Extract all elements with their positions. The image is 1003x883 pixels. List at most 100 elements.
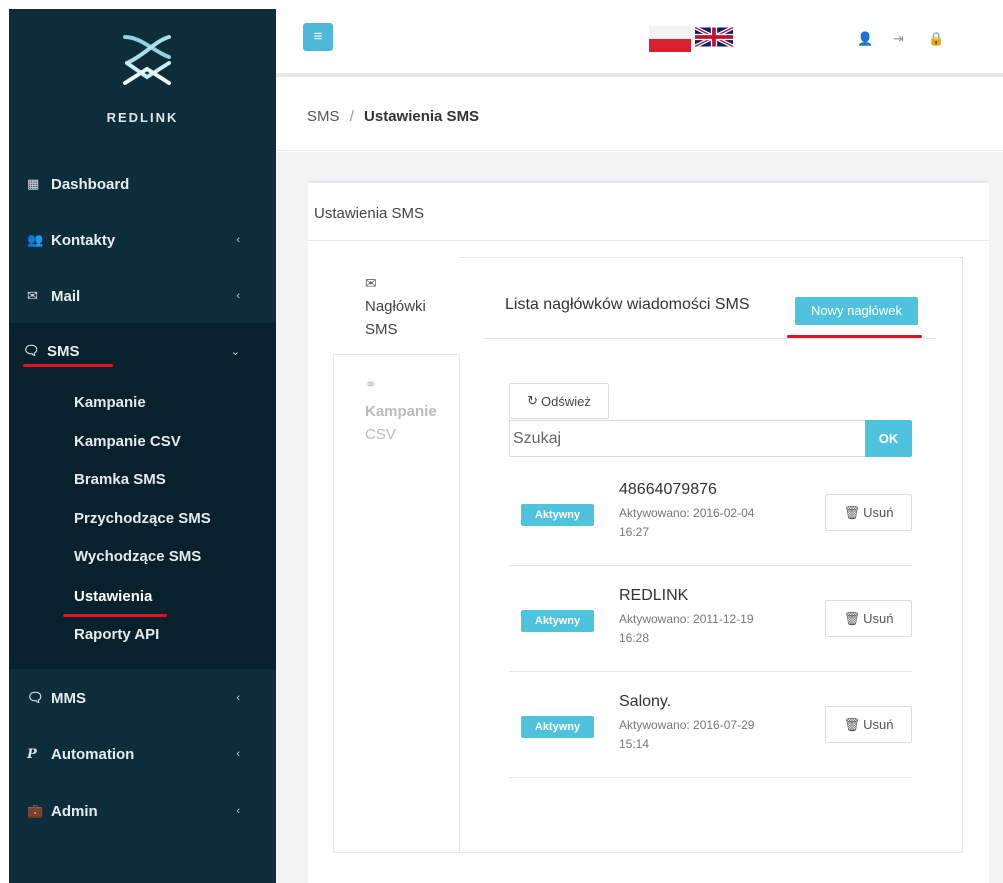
trash-icon: 🗑: [843, 504, 861, 520]
list-item: Aktywny Salony. Aktywowano: 2016-07-29 1…: [509, 672, 912, 778]
sidebar-subitem-wychodzace-sms[interactable]: Wychodzące SMS: [74, 548, 201, 565]
chevron-left-icon: ‹: [236, 290, 240, 302]
sidebar-item-sms[interactable]: 🗨 SMS ⌄: [9, 323, 276, 379]
sidebar-item-kontakty[interactable]: 👥 Kontakty ‹: [9, 212, 276, 268]
status-badge: Aktywny: [521, 504, 594, 526]
tab-kampanie-csv[interactable]: ⚭ Kampanie CSV: [333, 370, 459, 460]
envelope-icon: ✉: [365, 275, 377, 291]
sidebar-subitem-przychodzace-sms[interactable]: Przychodzące SMS: [74, 510, 211, 527]
delete-label: Usuń: [863, 717, 894, 732]
link-icon: ⚭: [365, 376, 377, 392]
lock-icon[interactable]: 🔒: [928, 31, 944, 47]
activation-date-line: Aktywowano: 2011-12-19: [619, 612, 754, 626]
list-title: Lista nagłówków wiadomości SMS: [505, 296, 750, 313]
delete-button[interactable]: 🗑 Usuń: [825, 494, 912, 531]
app-root: REDLINK ▦ Dashboard 👥 Kontakty ‹ ✉ Mail …: [0, 0, 1003, 883]
chat-icon: 🗨: [27, 690, 44, 705]
chat-icon: 🗨: [23, 343, 40, 358]
sidebar-subitem-kampanie[interactable]: Kampanie: [74, 394, 146, 411]
breadcrumb: SMS / Ustawienia SMS: [307, 108, 479, 125]
chevron-left-icon: ‹: [236, 234, 240, 246]
sidebar-subitem-kampanie-csv[interactable]: Kampanie CSV: [74, 433, 181, 450]
activation-time-line: 16:27: [619, 525, 650, 539]
list-item: Aktywny 48664079876 Aktywowano: 2016-02-…: [509, 460, 912, 566]
sidebar-subitem-bramka-sms[interactable]: Bramka SMS: [74, 471, 166, 488]
breadcrumb-bar: SMS / Ustawienia SMS: [276, 81, 1003, 151]
divider: [459, 355, 460, 853]
sidebar-item-admin[interactable]: 💼 Admin ‹: [9, 783, 276, 839]
breadcrumb-parent[interactable]: SMS: [307, 108, 340, 125]
new-header-button[interactable]: Nowy nagłówek: [795, 297, 918, 325]
sidebar-item-label: MMS: [51, 689, 86, 707]
users-icon: 👥: [27, 232, 44, 247]
hamburger-icon: ≡: [313, 28, 323, 45]
trash-icon: 🗑: [843, 610, 861, 626]
chevron-left-icon: ‹: [236, 805, 240, 817]
sidebar-item-automation[interactable]: P Automation ‹: [9, 726, 276, 782]
sidebar-subitem-raporty-api[interactable]: Raporty API: [74, 626, 159, 643]
delete-label: Usuń: [863, 505, 894, 520]
chevron-down-icon: ⌄: [230, 345, 240, 358]
redlink-logo-icon: [123, 35, 171, 85]
activation-date-line: Aktywowano: 2016-02-04: [619, 506, 755, 520]
activation-time-line: 16:28: [619, 631, 650, 645]
sidebar-item-label: Automation: [51, 745, 135, 763]
tab-label-line2: CSV: [365, 426, 396, 443]
sign-out-icon[interactable]: ⇥: [893, 31, 904, 47]
sidebar-item-label: Admin: [51, 802, 98, 820]
activation-date: Aktywowano: 2011-12-19 16:28: [619, 610, 789, 648]
brand-name: REDLINK: [106, 110, 179, 125]
header-name: REDLINK: [619, 587, 689, 604]
activation-date: Aktywowano: 2016-07-29 15:14: [619, 716, 789, 754]
status-badge: Aktywny: [521, 716, 594, 738]
sidebar-subitem-ustawienia[interactable]: Ustawienia: [74, 588, 152, 605]
divider: [333, 354, 459, 355]
sidebar-item-label: Mail: [51, 287, 81, 305]
chevron-left-icon: ‹: [236, 692, 240, 704]
search-input[interactable]: [509, 420, 866, 457]
divider: [483, 338, 936, 339]
delete-button[interactable]: 🗑 Usuń: [825, 600, 912, 637]
delete-button[interactable]: 🗑 Usuń: [825, 706, 912, 743]
user-icon[interactable]: 👤: [857, 31, 873, 47]
refresh-icon: ↻: [527, 393, 539, 408]
highlight-underline: [63, 614, 167, 617]
breadcrumb-current: Ustawienia SMS: [364, 108, 480, 125]
refresh-label: Odśwież: [541, 393, 591, 409]
sidebar-item-mms[interactable]: 🗨 MMS ‹: [9, 670, 276, 726]
top-navbar: ≡ 👤 ⇥ 🔒: [276, 9, 1003, 77]
sidebar-item-label: SMS: [47, 342, 80, 360]
sidebar-item-label: Kontakty: [51, 231, 116, 249]
list-item: Aktywny REDLINK Aktywowano: 2011-12-19 1…: [509, 566, 912, 672]
divider: [308, 240, 989, 241]
sms-submenu-section: 🗨 SMS ⌄ Kampanie Kampanie CSV Bramka SMS…: [9, 323, 276, 669]
panel-title: Ustawienia SMS: [314, 205, 425, 222]
tab-naglowki-sms[interactable]: ✉ Nagłówki SMS: [333, 257, 459, 355]
refresh-button[interactable]: ↻ Odśwież: [509, 383, 609, 419]
breadcrumb-separator: /: [349, 108, 354, 125]
trash-icon: 🗑: [843, 716, 861, 732]
activation-date-line: Aktywowano: 2016-07-29: [619, 718, 755, 732]
header-name: Salony.: [619, 693, 672, 710]
search-ok-button[interactable]: OK: [865, 420, 912, 457]
logo[interactable]: REDLINK: [9, 9, 276, 149]
sidebar-item-dashboard[interactable]: ▦ Dashboard: [9, 156, 276, 212]
briefcase-icon: 💼: [27, 803, 44, 818]
highlight-underline: [23, 364, 113, 367]
activation-date: Aktywowano: 2016-02-04 16:27: [619, 504, 789, 542]
delete-label: Usuń: [863, 611, 894, 626]
envelope-icon: ✉: [27, 288, 38, 303]
chevron-left-icon: ‹: [236, 748, 240, 760]
automation-icon: P: [27, 746, 37, 762]
header-name: 48664079876: [619, 481, 717, 498]
uk-flag-icon[interactable]: [695, 24, 733, 50]
tab-label-line2: SMS: [365, 321, 398, 338]
activation-time-line: 15:14: [619, 737, 650, 751]
pl-flag-icon[interactable]: [649, 26, 691, 52]
sidebar-item-mail[interactable]: ✉ Mail ‹: [9, 268, 276, 324]
menu-toggle-button[interactable]: ≡: [303, 23, 333, 51]
sidebar-item-label: Dashboard: [51, 175, 130, 193]
tab-label-line1: Kampanie: [365, 403, 437, 420]
dashboard-icon: ▦: [27, 176, 40, 191]
sidebar: REDLINK ▦ Dashboard 👥 Kontakty ‹ ✉ Mail …: [9, 9, 276, 883]
